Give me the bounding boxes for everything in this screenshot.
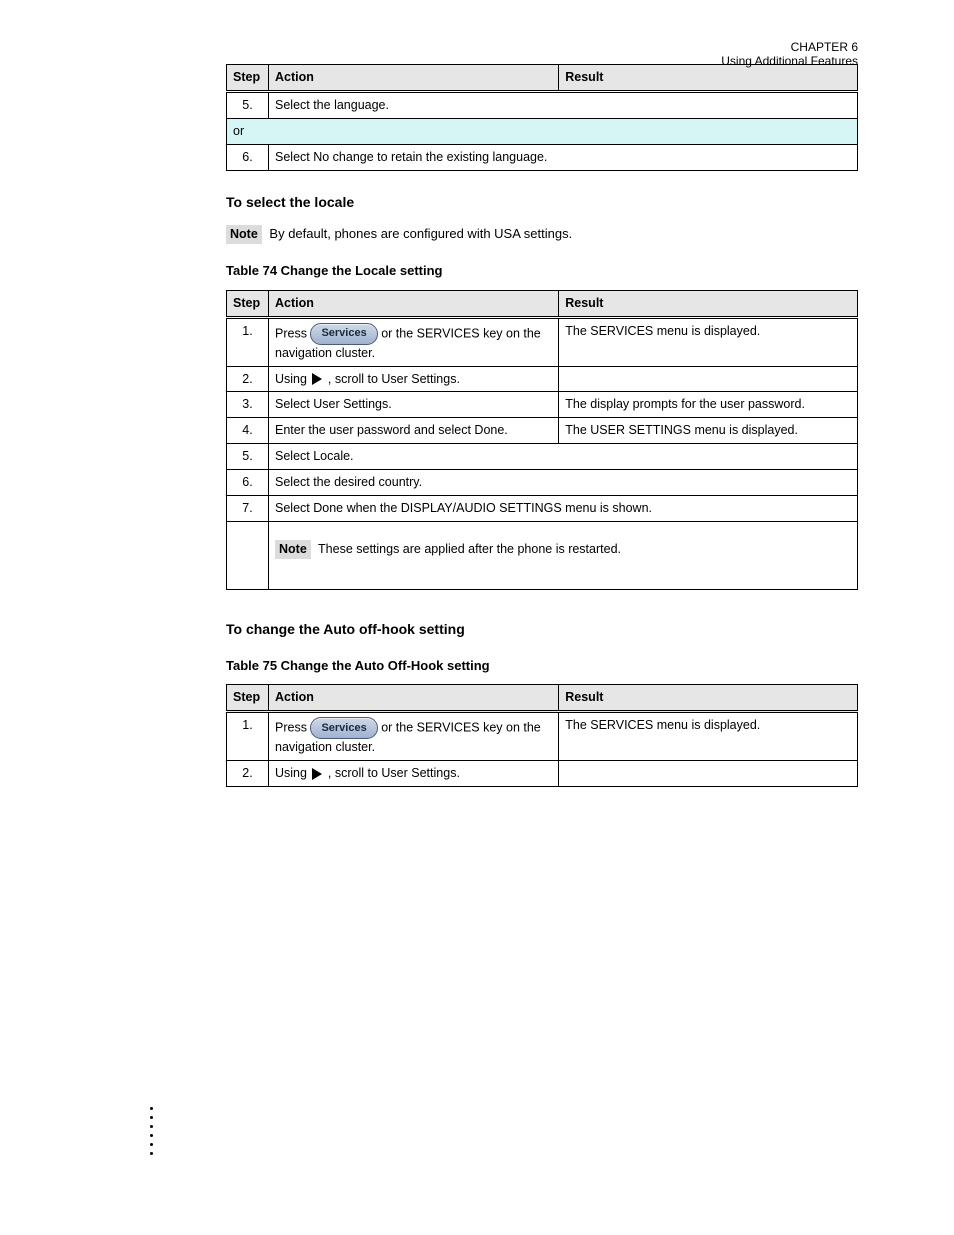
col-action: Action	[269, 685, 559, 712]
result-cell: The display prompts for the user passwor…	[559, 392, 858, 418]
col-step: Step	[227, 65, 269, 92]
chapter-title: Using Additional Features	[721, 54, 858, 68]
action-text: Using	[275, 766, 310, 780]
col-step: Step	[227, 685, 269, 712]
col-step: Step	[227, 290, 269, 317]
col-action: Action	[269, 65, 559, 92]
action-text: Press	[275, 720, 310, 734]
step-cell: 7.	[227, 495, 269, 521]
action-cell: Using , scroll to User Settings.	[269, 760, 559, 786]
action-cell: Select No change to retain the existing …	[269, 144, 858, 170]
result-cell	[559, 760, 858, 786]
result-cell: The USER SETTINGS menu is displayed.	[559, 418, 858, 444]
procedure-table-locale: Step Action Result 1. Press Services or …	[226, 290, 858, 590]
procedure-table-autooffhook: Step Action Result 1. Press Services or …	[226, 684, 858, 787]
table-header-row: Step Action Result	[227, 685, 858, 712]
nav-right-icon	[310, 767, 324, 781]
action-cell: Select the language.	[269, 91, 858, 118]
step-cell: 6.	[227, 470, 269, 496]
step-cell: 4.	[227, 418, 269, 444]
page: CHAPTER 6 Using Additional Features Step…	[0, 0, 954, 1235]
table-row: 1. Press Services or the SERVICES key on…	[227, 712, 858, 761]
action-text: , scroll to User Settings.	[328, 766, 460, 780]
action-cell: Select Done when the DISPLAY/AUDIO SETTI…	[269, 495, 858, 521]
action-text: , scroll to User Settings.	[328, 372, 460, 386]
table-row: 2. Using , scroll to User Settings.	[227, 366, 858, 392]
note-label: Note	[226, 225, 262, 244]
chapter-label: CHAPTER 6	[721, 40, 858, 54]
action-cell: Press Services or the SERVICES key on th…	[269, 317, 559, 366]
action-text: Press	[275, 326, 310, 340]
step-cell: 2.	[227, 760, 269, 786]
step-cell	[227, 521, 269, 589]
table-header-row: Step Action Result	[227, 65, 858, 92]
col-result: Result	[559, 65, 858, 92]
note-cell: Note These settings are applied after th…	[269, 521, 858, 589]
table-row: 5. Select the language.	[227, 91, 858, 118]
step-cell: 2.	[227, 366, 269, 392]
step-cell: 3.	[227, 392, 269, 418]
services-button[interactable]: Services	[310, 717, 377, 739]
table-row: 4. Enter the user password and select Do…	[227, 418, 858, 444]
footer-dot-rule	[150, 1107, 153, 1155]
note-text: These settings are applied after the pho…	[318, 542, 621, 556]
services-button[interactable]: Services	[310, 323, 377, 345]
step-cell: 1.	[227, 317, 269, 366]
action-cell: Press Services or the SERVICES key on th…	[269, 712, 559, 761]
content-body: Step Action Result 5. Select the languag…	[226, 0, 858, 787]
note-block: Note By default, phones are configured w…	[226, 225, 858, 244]
table-row: 5. Select Locale.	[227, 444, 858, 470]
step-cell: 6.	[227, 144, 269, 170]
col-action: Action	[269, 290, 559, 317]
table-row-note: Note These settings are applied after th…	[227, 521, 858, 589]
step-cell: 1.	[227, 712, 269, 761]
section-heading-autooffhook: To change the Auto off-hook setting	[226, 620, 858, 639]
table-row: 7. Select Done when the DISPLAY/AUDIO SE…	[227, 495, 858, 521]
action-cell: Select Locale.	[269, 444, 858, 470]
table-row: 2. Using , scroll to User Settings.	[227, 760, 858, 786]
action-cell: Select the desired country.	[269, 470, 858, 496]
step-cell: 5.	[227, 91, 269, 118]
table-row: 6. Select No change to retain the existi…	[227, 144, 858, 170]
action-cell: Select User Settings.	[269, 392, 559, 418]
action-cell: Enter the user password and select Done.	[269, 418, 559, 444]
table-header-row: Step Action Result	[227, 290, 858, 317]
result-cell: The SERVICES menu is displayed.	[559, 317, 858, 366]
table-row: 1. Press Services or the SERVICES key on…	[227, 317, 858, 366]
result-cell	[559, 366, 858, 392]
note-text: By default, phones are configured with U…	[269, 226, 572, 241]
nav-right-icon	[310, 372, 324, 386]
result-cell: The SERVICES menu is displayed.	[559, 712, 858, 761]
procedure-table-prev: Step Action Result 5. Select the languag…	[226, 64, 858, 171]
table-row: 3. Select User Settings. The display pro…	[227, 392, 858, 418]
note-label: Note	[275, 540, 311, 559]
table-caption: Table 75 Change the Auto Off-Hook settin…	[226, 657, 858, 675]
section-heading-locale: To select the locale	[226, 193, 858, 212]
table-caption: Table 74 Change the Locale setting	[226, 262, 858, 280]
table-row: 6. Select the desired country.	[227, 470, 858, 496]
or-cell: or	[227, 118, 858, 144]
col-result: Result	[559, 685, 858, 712]
step-cell: 5.	[227, 444, 269, 470]
col-result: Result	[559, 290, 858, 317]
action-text: Using	[275, 372, 310, 386]
table-row-or: or	[227, 118, 858, 144]
action-cell: Using , scroll to User Settings.	[269, 366, 559, 392]
page-header: CHAPTER 6 Using Additional Features	[721, 40, 858, 68]
